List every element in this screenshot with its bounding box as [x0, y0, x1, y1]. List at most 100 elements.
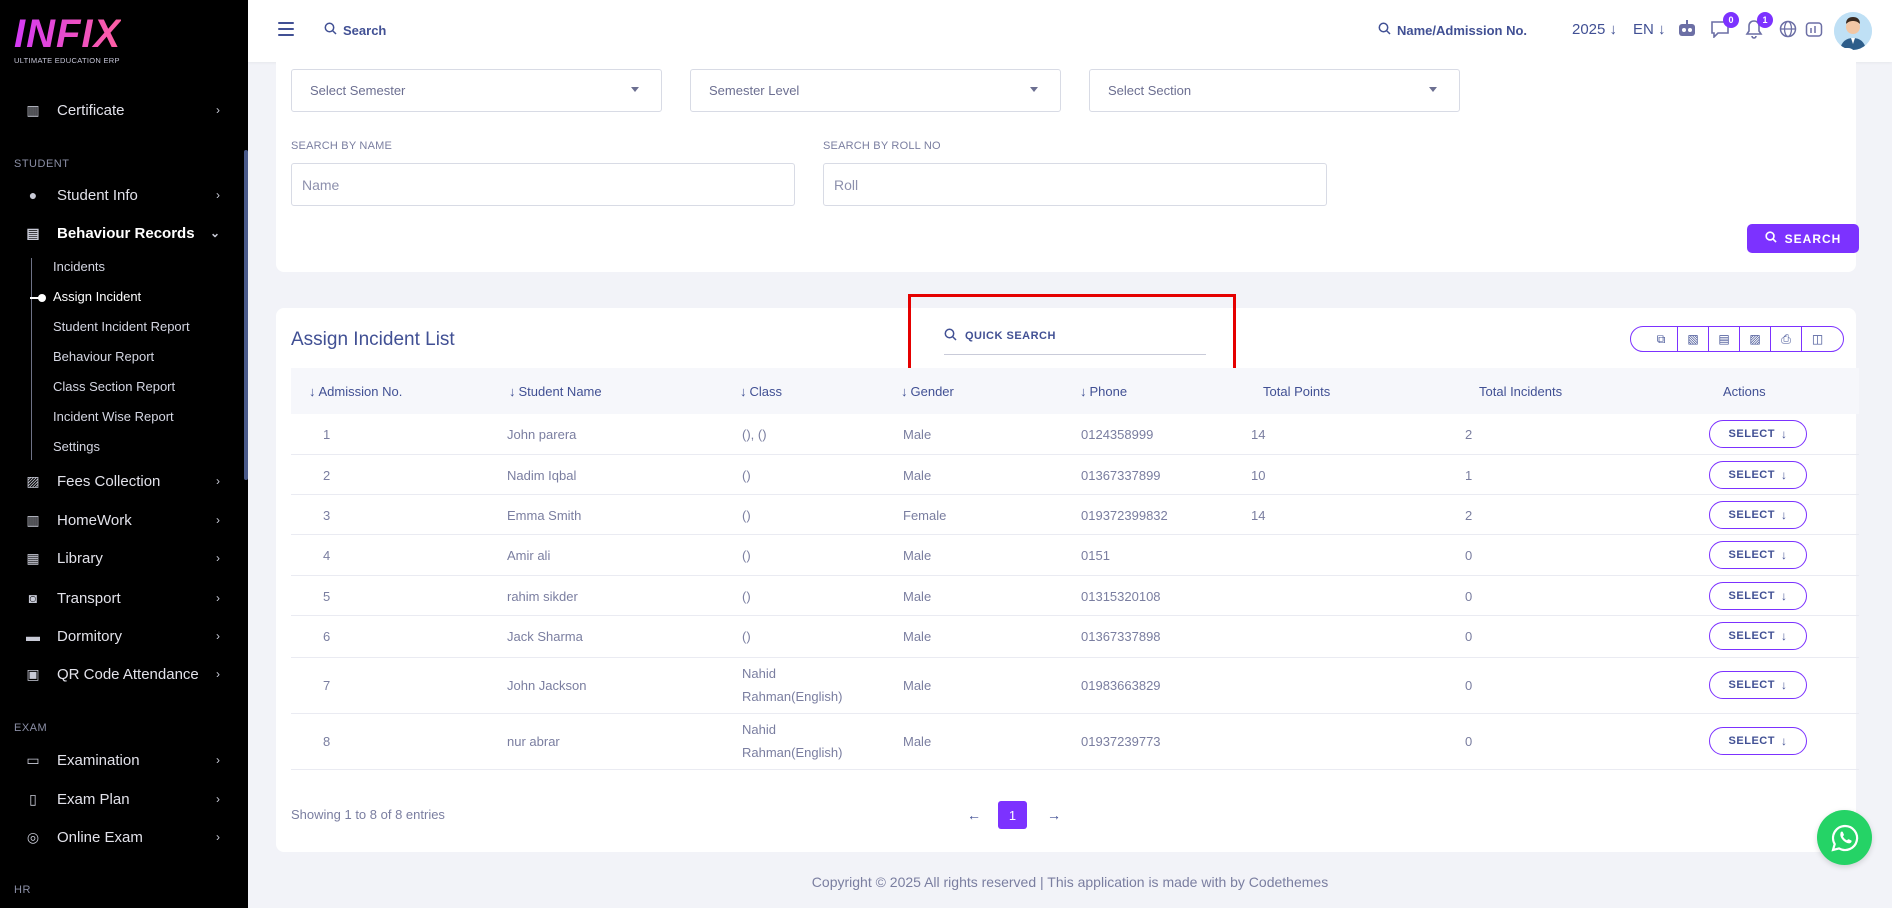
chevron-right-icon: › — [216, 103, 220, 117]
pagination-page[interactable]: 1 — [998, 801, 1027, 829]
column-header-phone[interactable]: ↓ Phone — [1080, 384, 1127, 399]
column-header-total-incidents[interactable]: Total Incidents — [1479, 384, 1562, 399]
arrow-down-icon: ↓ — [1609, 21, 1618, 38]
column-header-admission[interactable]: ↓ Admission No. — [309, 384, 402, 399]
column-header-total-points[interactable]: Total Points — [1263, 384, 1330, 399]
caret-down-icon — [1030, 87, 1038, 92]
sidebar-item-label: Behaviour Records — [57, 224, 195, 242]
search-button[interactable]: SEARCH — [1747, 224, 1859, 253]
sidebar-item-library[interactable]: ▦ Library › — [0, 543, 240, 573]
select-action-button[interactable]: SELECT ↓ — [1709, 622, 1807, 650]
cell-student-name: Emma Smith — [507, 508, 582, 523]
section-label-student: STUDENT — [14, 158, 70, 170]
sidebar-item-homework[interactable]: ▥ HomeWork › — [0, 505, 240, 535]
excel-icon[interactable]: ▧ — [1677, 327, 1708, 351]
sidebar-scrollbar[interactable] — [244, 150, 248, 480]
select-section[interactable]: Select Section — [1089, 69, 1460, 112]
sidebar-item-fees-collection[interactable]: ▨ Fees Collection › — [0, 466, 240, 496]
select-action-button[interactable]: SELECT ↓ — [1709, 727, 1807, 755]
notification-badge: 1 — [1757, 12, 1773, 28]
select-action-button[interactable]: SELECT ↓ — [1709, 541, 1807, 569]
sidebar-subitem-behaviour-report[interactable]: Behaviour Report — [53, 349, 154, 364]
year-selector[interactable]: 2025 ↓ — [1572, 21, 1617, 38]
table-row: 1 John parera (), () Male 0124358999 14 … — [291, 414, 1859, 455]
list-title: Assign Incident List — [291, 329, 455, 350]
footer-copyright: Copyright © 2025 All rights reserved | T… — [811, 874, 1329, 890]
column-label: Admission No. — [318, 383, 403, 399]
column-header-gender[interactable]: ↓ Gender — [901, 384, 954, 399]
sidebar-item-qr-code-attendance[interactable]: ▣ QR Code Attendance › — [0, 659, 240, 689]
pagination-prev-icon[interactable]: ← — [964, 801, 984, 829]
globe-icon[interactable] — [1777, 18, 1799, 40]
pagination-next-icon[interactable]: → — [1044, 801, 1064, 829]
sidebar-subitem-student-incident-report[interactable]: Student Incident Report — [53, 319, 190, 334]
cell-gender: Male — [903, 678, 932, 693]
search-button-label: SEARCH — [1784, 231, 1842, 246]
select-action-button[interactable]: SELECT ↓ — [1709, 420, 1807, 448]
sidebar-subitem-incidents[interactable]: Incidents — [53, 259, 105, 274]
records-icon: ▤ — [26, 224, 40, 241]
cell-class: () — [742, 629, 751, 644]
brand-logo[interactable]: INFIX ULTIMATE EDUCATION ERP — [14, 14, 121, 65]
cell-admission: 1 — [323, 427, 331, 442]
sidebar-subitem-settings[interactable]: Settings — [53, 439, 100, 454]
quick-search-input[interactable]: QUICK SEARCH — [944, 318, 1206, 355]
select-action-button[interactable]: SELECT ↓ — [1709, 671, 1807, 699]
name-input[interactable] — [291, 163, 795, 206]
select-semester[interactable]: Select Semester — [291, 69, 662, 112]
columns-icon[interactable]: ◫ — [1801, 327, 1843, 351]
column-label: Actions — [1723, 383, 1766, 399]
map-icon: ▭ — [26, 751, 40, 768]
sidebar-subitem-incident-wise-report[interactable]: Incident Wise Report — [53, 409, 174, 424]
sidebar-item-transport[interactable]: ◙ Transport › — [0, 583, 240, 613]
dashboard-icon[interactable] — [1803, 18, 1825, 40]
sidebar-item-online-exam[interactable]: ◎ Online Exam › — [0, 822, 240, 852]
select-action-label: SELECT — [1728, 549, 1775, 561]
select-action-button[interactable]: SELECT ↓ — [1709, 582, 1807, 610]
sidebar-item-examination[interactable]: ▭ Examination › — [0, 745, 240, 775]
language-selector[interactable]: EN ↓ — [1633, 21, 1666, 38]
select-action-button[interactable]: SELECT ↓ — [1709, 501, 1807, 529]
quick-search-placeholder: QUICK SEARCH — [965, 330, 1056, 342]
cell-class: () — [742, 589, 751, 604]
cell-total-incidents: 0 — [1465, 548, 1473, 563]
sidebar-item-dormitory[interactable]: ▬ Dormitory › — [0, 621, 240, 651]
cell-total-incidents: 2 — [1465, 508, 1473, 523]
roll-input[interactable] — [823, 163, 1327, 206]
sidebar-subitem-assign-incident[interactable]: Assign Incident — [53, 289, 141, 304]
sidebar-item-exam-plan[interactable]: ▯ Exam Plan › — [0, 784, 240, 814]
chat-icon[interactable]: 0 — [1709, 12, 1739, 40]
sidebar-subitem-class-section-report[interactable]: Class Section Report — [53, 379, 175, 394]
column-header-student-name[interactable]: ↓ Student Name — [509, 384, 602, 399]
menu-toggle-icon[interactable] — [278, 22, 294, 36]
print-icon[interactable]: ⎙ — [1770, 327, 1801, 351]
whatsapp-icon[interactable] — [1817, 810, 1872, 865]
select-semester-level[interactable]: Semester Level — [690, 69, 1061, 112]
sort-arrow-icon: ↓ — [901, 383, 908, 399]
cell-admission: 8 — [323, 734, 331, 749]
csv-icon[interactable]: ▤ — [1708, 327, 1739, 351]
column-label: Total Incidents — [1479, 383, 1563, 399]
column-header-class[interactable]: ↓ Class — [740, 384, 782, 399]
book-icon: ▥ — [26, 511, 40, 528]
bell-icon[interactable]: 1 — [1743, 12, 1773, 40]
arrow-down-icon: ↓ — [1658, 21, 1666, 38]
sidebar-item-behaviour-records[interactable]: ▤ Behaviour Records ⌄ — [0, 218, 240, 248]
sidebar-item-certificate[interactable]: ▥ Certificate › — [0, 95, 240, 125]
pdf-icon[interactable]: ▨ — [1739, 327, 1770, 351]
cell-total-incidents: 0 — [1465, 589, 1473, 604]
logo-text: INFIX — [14, 12, 122, 56]
column-label: Class — [749, 383, 783, 399]
table-row: 3 Emma Smith () Female 019372399832 14 2… — [291, 495, 1859, 535]
sidebar-item-student-info[interactable]: ● Student Info › — [0, 180, 240, 210]
sidebar-item-label: Dormitory — [57, 627, 123, 645]
table-row: 2 Nadim Iqbal () Male 01367337899 10 1 S… — [291, 455, 1859, 495]
user-avatar[interactable] — [1834, 12, 1872, 50]
select-action-button[interactable]: SELECT ↓ — [1709, 461, 1807, 489]
header-search[interactable]: Search — [324, 22, 386, 38]
student-search[interactable]: Name/Admission No. — [1378, 22, 1527, 38]
copy-icon[interactable]: ⧉ — [1631, 327, 1677, 351]
select-action-label: SELECT — [1728, 428, 1775, 440]
chevron-right-icon: › — [216, 629, 220, 643]
robot-icon[interactable] — [1676, 18, 1698, 40]
